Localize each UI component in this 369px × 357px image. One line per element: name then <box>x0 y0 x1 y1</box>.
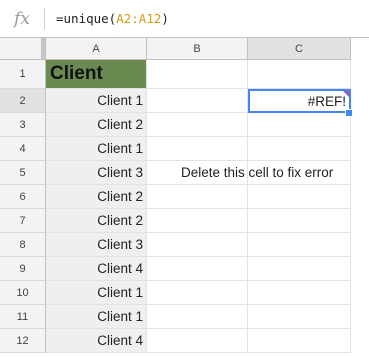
fx-icon: fx <box>14 8 30 29</box>
cell-b11[interactable] <box>147 305 248 329</box>
cell-a1[interactable]: Client <box>46 60 147 89</box>
cell-a10[interactable]: Client 1 <box>46 281 147 305</box>
cell-c11[interactable] <box>248 305 351 329</box>
cell-b6[interactable] <box>147 185 248 209</box>
select-all-corner[interactable] <box>0 38 46 60</box>
cell-b3[interactable] <box>147 113 248 137</box>
cell-c8[interactable] <box>248 233 351 257</box>
cell-a9[interactable]: Client 4 <box>46 257 147 281</box>
cell-c10[interactable] <box>248 281 351 305</box>
fill-handle[interactable] <box>345 109 353 117</box>
cell-a4[interactable]: Client 1 <box>46 137 147 161</box>
cell-c7[interactable] <box>248 209 351 233</box>
cell-a5[interactable]: Client 3 <box>46 161 147 185</box>
column-header-a[interactable]: A <box>46 38 147 60</box>
cell-a8[interactable]: Client 3 <box>46 233 147 257</box>
cell-b8[interactable] <box>147 233 248 257</box>
row-header-9[interactable]: 9 <box>0 257 46 281</box>
column-header-b[interactable]: B <box>147 38 248 60</box>
spreadsheet-grid[interactable]: A B C 1 2 3 4 5 6 7 8 9 10 11 12 Client … <box>0 38 369 357</box>
cell-c1[interactable] <box>248 60 351 89</box>
row-header-11[interactable]: 11 <box>0 305 46 329</box>
column-header-c[interactable]: C <box>248 38 351 60</box>
cell-b4[interactable] <box>147 137 248 161</box>
row-header-3[interactable]: 3 <box>0 113 46 137</box>
cell-a11[interactable]: Client 1 <box>46 305 147 329</box>
cell-b7[interactable] <box>147 209 248 233</box>
formula-bar-divider <box>44 8 45 30</box>
cell-c2-value: #REF! <box>307 93 346 109</box>
row-header-1[interactable]: 1 <box>0 60 46 89</box>
cell-c4[interactable] <box>248 137 351 161</box>
cell-c9[interactable] <box>248 257 351 281</box>
formula-bar[interactable]: fx =unique(A2:A12) <box>0 0 369 38</box>
cell-b12[interactable] <box>147 329 248 353</box>
cell-b10[interactable] <box>147 281 248 305</box>
error-indicator-icon[interactable] <box>343 91 349 97</box>
cell-a6[interactable]: Client 2 <box>46 185 147 209</box>
row-header-2[interactable]: 2 <box>0 89 46 113</box>
formula-input[interactable]: =unique(A2:A12) <box>56 0 169 37</box>
note-text: Delete this cell to fix error <box>181 165 334 180</box>
cell-a7[interactable]: Client 2 <box>46 209 147 233</box>
cell-a12[interactable]: Client 4 <box>46 329 147 353</box>
row-header-5[interactable]: 5 <box>0 161 46 185</box>
cell-b1[interactable] <box>147 60 248 89</box>
cell-a2[interactable]: Client 1 <box>46 89 147 113</box>
cell-c6[interactable] <box>248 185 351 209</box>
cell-c12[interactable] <box>248 329 351 353</box>
row-header-8[interactable]: 8 <box>0 233 46 257</box>
row-header-12[interactable]: 12 <box>0 329 46 353</box>
row-header-4[interactable]: 4 <box>0 137 46 161</box>
row-header-7[interactable]: 7 <box>0 209 46 233</box>
row-header-6[interactable]: 6 <box>0 185 46 209</box>
formula-prefix: =unique( <box>56 11 117 26</box>
row-header-10[interactable]: 10 <box>0 281 46 305</box>
formula-range: A2:A12 <box>116 11 162 26</box>
cell-b9[interactable] <box>147 257 248 281</box>
cell-a3[interactable]: Client 2 <box>46 113 147 137</box>
formula-suffix: ) <box>161 11 169 26</box>
cell-c3[interactable] <box>248 113 351 137</box>
cell-c2[interactable]: #REF! <box>248 89 351 113</box>
cell-b2[interactable] <box>147 89 248 113</box>
